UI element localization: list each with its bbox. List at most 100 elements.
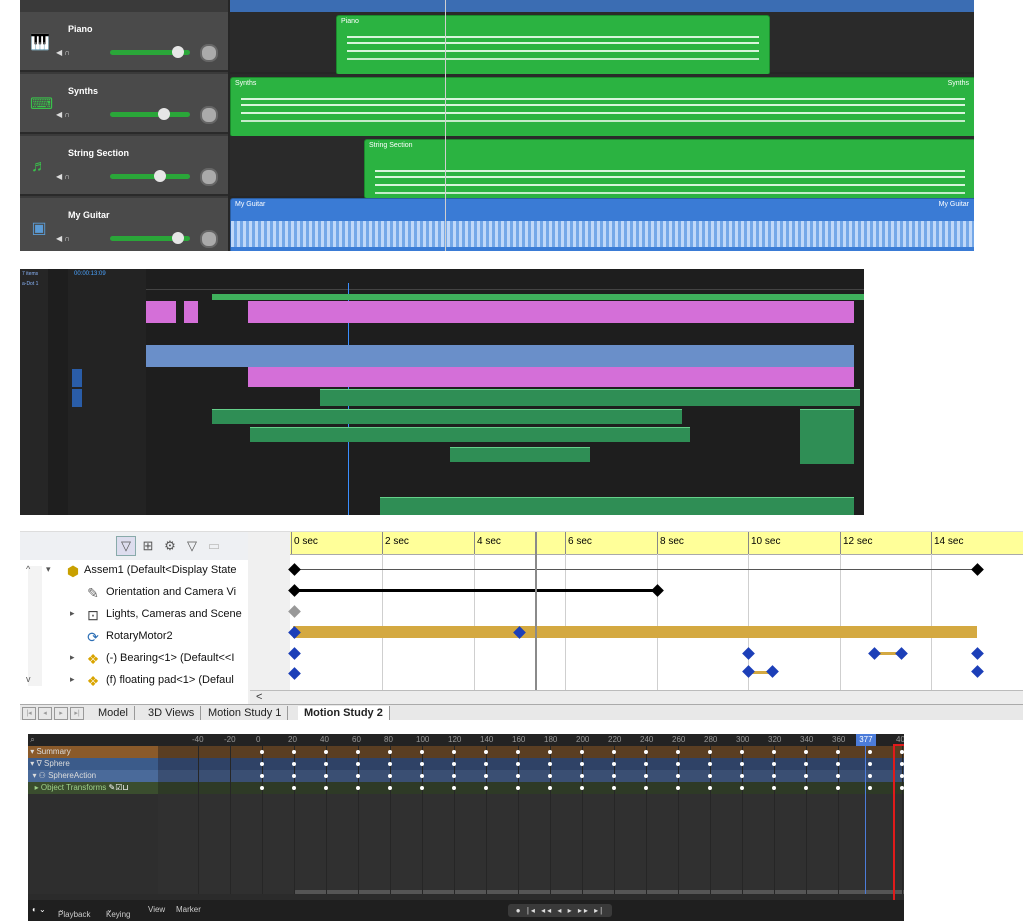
key-point[interactable] — [288, 667, 301, 680]
key-point[interactable] — [651, 584, 664, 597]
horizontal-scrollbar[interactable] — [294, 890, 904, 894]
volume-slider[interactable] — [110, 108, 190, 120]
keyframe[interactable] — [260, 774, 264, 778]
keyframe[interactable] — [516, 774, 520, 778]
expand-arrow[interactable]: ▸ — [70, 608, 75, 619]
expand-arrow[interactable]: ▸ — [70, 674, 75, 685]
track-target-a1[interactable] — [72, 389, 82, 407]
filter-driving-icon[interactable]: ⊞ — [138, 536, 158, 556]
editor-type-icon[interactable]: ◐ ⌄ — [32, 905, 46, 914]
volume-slider[interactable] — [110, 46, 190, 58]
keyframe[interactable] — [868, 750, 872, 754]
next-tab-icon[interactable]: ▸ — [54, 707, 68, 720]
keyframe[interactable] — [676, 762, 680, 766]
key-point[interactable] — [971, 647, 984, 660]
keyframe[interactable] — [772, 786, 776, 790]
keyframe[interactable] — [388, 786, 392, 790]
filter-selected-icon[interactable]: ⚙ — [160, 536, 180, 556]
keyframe[interactable] — [356, 750, 360, 754]
key-point[interactable] — [742, 647, 755, 660]
volume-knob[interactable] — [172, 46, 184, 58]
last-tab-icon[interactable]: ▸| — [70, 707, 84, 720]
keyframe[interactable] — [708, 774, 712, 778]
keyframe[interactable] — [260, 786, 264, 790]
keyframe[interactable] — [324, 786, 328, 790]
volume-slider[interactable] — [110, 170, 190, 182]
keyframe[interactable] — [836, 762, 840, 766]
keyframe[interactable] — [292, 774, 296, 778]
mute-solo-buttons[interactable]: ◀ ∩ — [56, 234, 78, 244]
volume-knob[interactable] — [172, 232, 184, 244]
keyframe[interactable] — [708, 762, 712, 766]
keyframe[interactable] — [772, 774, 776, 778]
orientation-timeline-bar[interactable] — [293, 589, 657, 592]
keyframe[interactable] — [484, 774, 488, 778]
keyframe[interactable] — [644, 750, 648, 754]
keyframe[interactable] — [292, 762, 296, 766]
scroll-left-icon[interactable]: < — [256, 691, 262, 703]
keyframe[interactable] — [548, 786, 552, 790]
keyframe[interactable] — [420, 774, 424, 778]
keyframe[interactable] — [676, 786, 680, 790]
keyframe[interactable] — [772, 762, 776, 766]
keyframe[interactable] — [772, 750, 776, 754]
key-point[interactable] — [288, 605, 301, 618]
key-point[interactable] — [971, 665, 984, 678]
video-clip-row[interactable] — [146, 345, 854, 367]
keyframe[interactable] — [580, 774, 584, 778]
time-bar[interactable] — [535, 532, 537, 690]
keyframe-area[interactable]: -40 -20 0 20 40 60 80 100 120 140 160 180 200 220 240 2… — [158, 734, 904, 904]
keyframe[interactable] — [452, 750, 456, 754]
volume-knob[interactable] — [154, 170, 166, 182]
frame-ruler[interactable]: -40 -20 0 20 40 60 80 100 120 140 160 180 200 220 240 2… — [158, 734, 904, 746]
keyframe[interactable] — [580, 786, 584, 790]
keyframe[interactable] — [740, 750, 744, 754]
mute-solo-buttons[interactable]: ◀ ∩ — [56, 172, 78, 182]
tab-motion-study-2[interactable]: Motion Study 2 — [298, 706, 390, 720]
keyframe[interactable] — [388, 774, 392, 778]
tree-row-rotary-motor[interactable]: ⟳ RotaryMotor2 — [20, 626, 248, 648]
key-point[interactable] — [971, 563, 984, 576]
track-header-piano[interactable]: 🎹 Piano ◀ ∩ — [20, 12, 228, 72]
current-frame-line[interactable] — [865, 734, 867, 894]
audio-clip[interactable] — [250, 427, 690, 442]
keyframe[interactable] — [356, 762, 360, 766]
keyframe[interactable] — [804, 750, 808, 754]
playhead[interactable] — [445, 0, 446, 251]
tab-motion-study-1[interactable]: Motion Study 1 — [202, 706, 289, 720]
keyframe[interactable] — [836, 750, 840, 754]
keyframe[interactable] — [388, 762, 392, 766]
key-point[interactable] — [288, 563, 301, 576]
keyframe[interactable] — [260, 762, 264, 766]
keyframe[interactable] — [548, 750, 552, 754]
keyframe[interactable] — [580, 762, 584, 766]
pan-knob[interactable] — [200, 106, 218, 124]
channel-summary[interactable]: ▾ Summary — [28, 746, 158, 758]
video-clip[interactable] — [146, 301, 176, 323]
keyframe[interactable] — [612, 750, 616, 754]
region-piano[interactable]: Piano — [336, 15, 770, 75]
menu-marker[interactable]: Marker — [176, 905, 201, 914]
filter-results-icon[interactable]: ▽ — [182, 536, 202, 556]
first-tab-icon[interactable]: |◂ — [22, 707, 36, 720]
motor-timeline-bar[interactable] — [293, 626, 977, 638]
volume-slider[interactable] — [110, 232, 190, 244]
keyframe[interactable] — [356, 774, 360, 778]
key-point[interactable] — [288, 647, 301, 660]
keyframe[interactable] — [260, 750, 264, 754]
keyframe[interactable] — [452, 774, 456, 778]
keyframe[interactable] — [868, 774, 872, 778]
tree-row-orientation[interactable]: ✎ Orientation and Camera Vi — [20, 582, 248, 604]
key-point[interactable] — [895, 647, 908, 660]
keyframe[interactable] — [868, 762, 872, 766]
track-header-my-guitar[interactable]: ▣ My Guitar ◀ ∩ — [20, 198, 228, 251]
keyframe[interactable] — [804, 774, 808, 778]
playback-controls[interactable]: ● |◂ ◂◂ ◂ ▸ ▸▸ ▸| — [508, 904, 612, 917]
keyframe[interactable] — [292, 750, 296, 754]
keyframe[interactable] — [516, 762, 520, 766]
track-header-synths[interactable]: ⌨ Synths ◀ ∩ — [20, 74, 228, 134]
keyframe[interactable] — [548, 762, 552, 766]
keyframe[interactable] — [420, 750, 424, 754]
tab-3d-views[interactable]: 3D Views — [142, 706, 202, 720]
key-point[interactable] — [868, 647, 881, 660]
